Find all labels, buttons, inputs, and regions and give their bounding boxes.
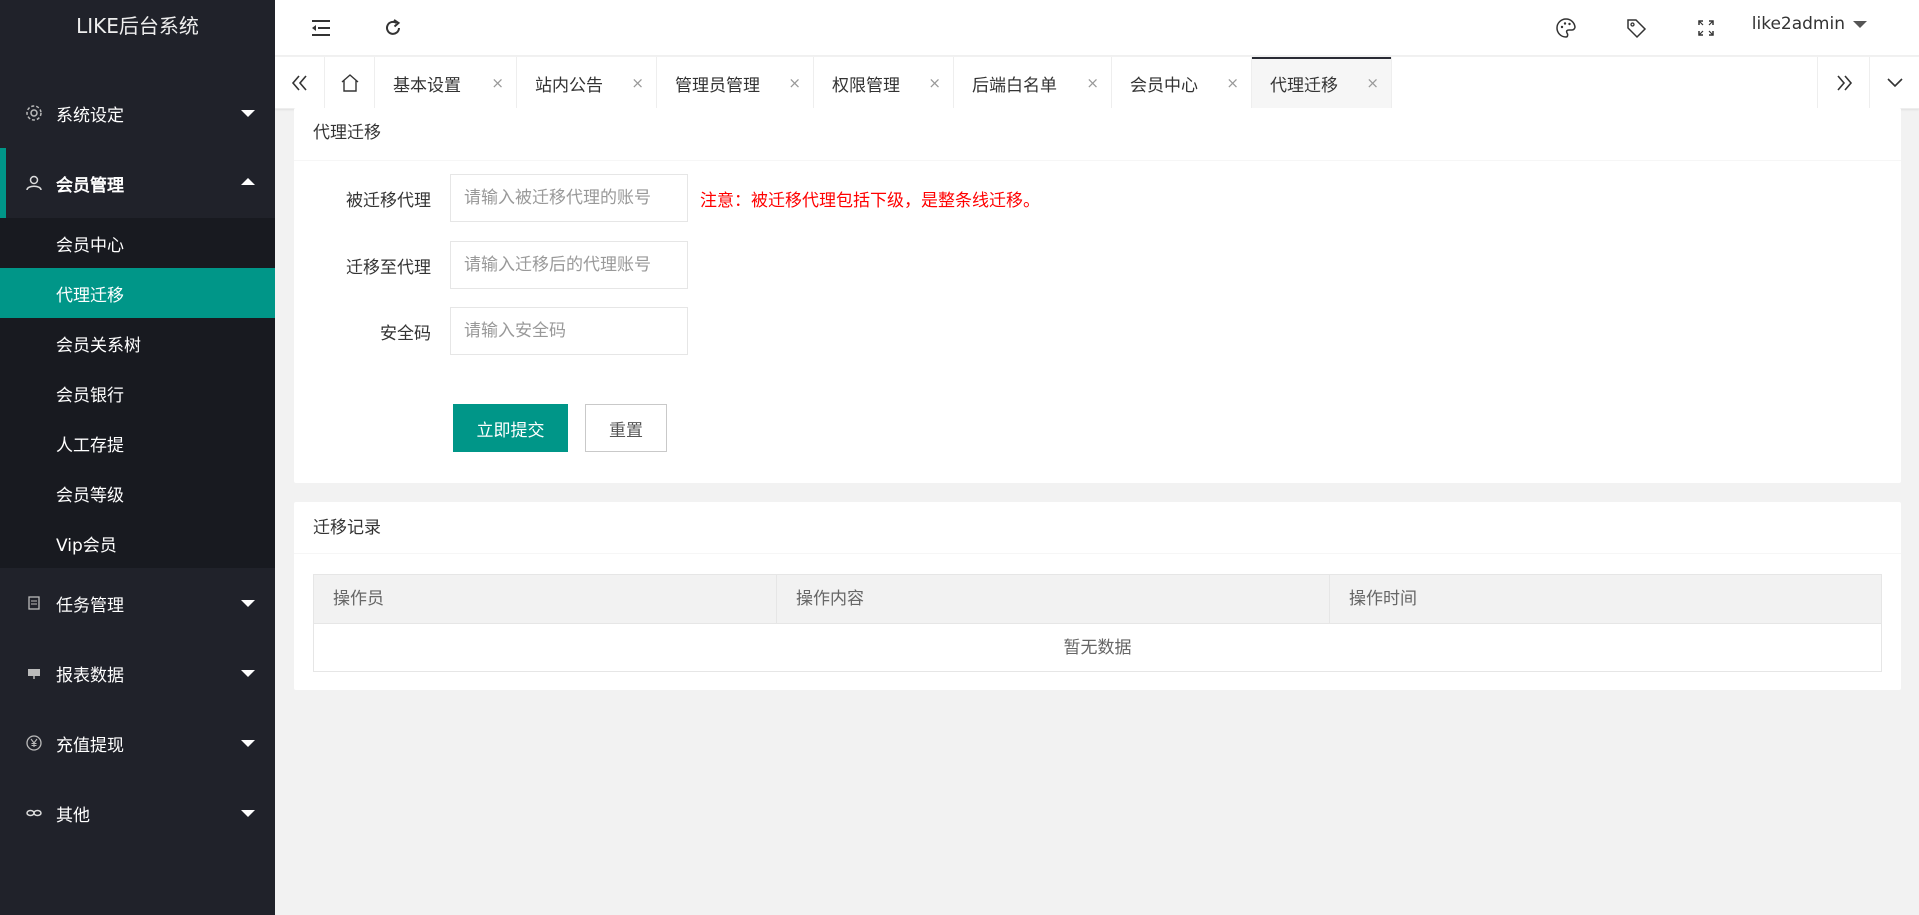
sidebar-item-agent-migration[interactable]: 代理迁移: [0, 268, 275, 318]
member-submenu: 会员中心 代理迁移 会员关系树 会员银行 人工存提 会员等级 Vip会员: [0, 218, 275, 568]
sidebar-group-label: 其他: [56, 805, 90, 826]
tab-backend-whitelist[interactable]: 后端白名单 ×: [954, 57, 1112, 109]
tab-label: 基本设置: [393, 75, 461, 96]
sidebar-group-label: 系统设定: [56, 105, 124, 126]
sidebar-item-manual-deposit[interactable]: 人工存提: [0, 418, 275, 468]
gear-icon: [24, 103, 44, 123]
close-icon[interactable]: ×: [928, 74, 941, 92]
tab-admin-management[interactable]: 管理员管理 ×: [657, 57, 814, 109]
target-agent-label: 迁移至代理: [346, 257, 431, 278]
security-code-input[interactable]: [450, 307, 688, 355]
tabs-scroll-right[interactable]: [1817, 57, 1869, 109]
chevron-down-icon: [241, 110, 255, 117]
tab-label: 站内公告: [535, 75, 603, 96]
sidebar-item-member-center[interactable]: 会员中心: [0, 218, 275, 268]
refresh-icon[interactable]: [377, 12, 409, 44]
records-table: 操作员 操作内容 操作时间 暂无数据: [313, 574, 1882, 672]
sidebar-item-vip-member[interactable]: Vip会员: [0, 518, 275, 568]
close-icon[interactable]: ×: [491, 74, 504, 92]
sidebar: LIKE后台系统 系统设定 会员管理 会员中心 代理迁移 会员关系树 会员银行 …: [0, 0, 275, 915]
close-icon[interactable]: ×: [1366, 74, 1379, 92]
tab-label: 代理迁移: [1270, 75, 1338, 96]
top-header: like2admin: [275, 0, 1919, 56]
chart-icon: [24, 663, 44, 683]
sidebar-group-task-management[interactable]: 任务管理: [0, 568, 275, 638]
agent-migration-card: 代理迁移 被迁移代理 注意：被迁移代理包括下级，是整条线迁移。 迁移至代理 安全…: [294, 108, 1901, 483]
sidebar-group-label: 会员管理: [56, 175, 124, 196]
table-header: 操作员 操作内容 操作时间: [314, 575, 1881, 623]
tabs-more-menu[interactable]: [1869, 57, 1919, 109]
chevron-down-icon: [241, 670, 255, 677]
user-menu[interactable]: like2admin: [1752, 14, 1867, 34]
sidebar-item-member-level[interactable]: 会员等级: [0, 468, 275, 518]
empty-state: 暂无数据: [314, 623, 1881, 671]
source-agent-row: 被迁移代理 注意：被迁移代理包括下级，是整条线迁移。: [294, 174, 1040, 222]
fullscreen-icon[interactable]: [1690, 12, 1722, 44]
chevron-down-icon: [241, 600, 255, 607]
menu-toggle-icon[interactable]: [305, 12, 337, 44]
tab-member-center[interactable]: 会员中心 ×: [1112, 57, 1252, 109]
chevron-down-icon: [241, 810, 255, 817]
sidebar-group-label: 充值提现: [56, 735, 124, 756]
tag-icon[interactable]: [1620, 12, 1652, 44]
close-icon[interactable]: ×: [1086, 74, 1099, 92]
close-icon[interactable]: ×: [631, 74, 644, 92]
home-icon: [341, 74, 358, 92]
user-icon: [24, 173, 44, 193]
sidebar-group-system-settings[interactable]: 系统设定: [0, 78, 275, 148]
tab-label: 会员中心: [1130, 75, 1198, 96]
close-icon[interactable]: ×: [788, 74, 801, 92]
submit-button[interactable]: 立即提交: [453, 404, 568, 452]
sidebar-group-label: 报表数据: [56, 665, 124, 686]
yen-icon: [24, 733, 44, 753]
chevron-down-icon: [1886, 78, 1903, 88]
username: like2admin: [1751, 14, 1845, 34]
column-content[interactable]: 操作内容: [777, 575, 1330, 623]
sidebar-item-member-bank[interactable]: 会员银行: [0, 368, 275, 418]
chevron-down-icon: [241, 740, 255, 747]
sidebar-group-report-data[interactable]: 报表数据: [0, 638, 275, 708]
tab-basic-settings[interactable]: 基本设置 ×: [375, 57, 517, 109]
link-icon: [24, 803, 44, 823]
sidebar-group-other[interactable]: 其他: [0, 778, 275, 848]
source-agent-input[interactable]: [450, 174, 688, 222]
migration-note: 注意：被迁移代理包括下级，是整条线迁移。: [700, 190, 1040, 211]
column-time[interactable]: 操作时间: [1330, 575, 1881, 623]
tab-home[interactable]: [325, 57, 375, 109]
source-agent-label: 被迁移代理: [346, 190, 431, 211]
sidebar-group-label: 任务管理: [56, 595, 124, 616]
double-chevron-right-icon: [1836, 75, 1852, 91]
close-icon[interactable]: ×: [1226, 74, 1239, 92]
tabs-scroll-left[interactable]: [275, 57, 325, 109]
sidebar-item-member-tree[interactable]: 会员关系树: [0, 318, 275, 368]
reset-button[interactable]: 重置: [585, 404, 667, 452]
document-icon: [24, 593, 44, 613]
card-title: 迁移记录: [294, 502, 1901, 554]
tab-permission-management[interactable]: 权限管理 ×: [814, 57, 954, 109]
tab-agent-migration[interactable]: 代理迁移 ×: [1252, 57, 1392, 109]
theme-palette-icon[interactable]: [1550, 12, 1582, 44]
security-code-label: 安全码: [380, 323, 431, 344]
sidebar-group-recharge-withdraw[interactable]: 充值提现: [0, 708, 275, 778]
double-chevron-left-icon: [291, 75, 307, 91]
migration-records-card: 迁移记录 操作员 操作内容 操作时间 暂无数据: [294, 502, 1901, 690]
card-title: 代理迁移: [294, 108, 1901, 161]
tab-label: 权限管理: [832, 75, 900, 96]
page-tabs: 基本设置 × 站内公告 × 管理员管理 × 权限管理 × 后端白名单 × 会员中…: [275, 57, 1919, 109]
chevron-up-icon: [241, 178, 255, 185]
tab-label: 后端白名单: [972, 75, 1057, 96]
tab-label: 管理员管理: [675, 75, 760, 96]
column-operator[interactable]: 操作员: [314, 575, 777, 623]
app-logo-title: LIKE后台系统: [0, 0, 275, 56]
security-code-row: 安全码: [294, 307, 688, 355]
target-agent-row: 迁移至代理: [294, 241, 688, 289]
caret-down-icon: [1853, 20, 1867, 28]
tab-site-notice[interactable]: 站内公告 ×: [517, 57, 657, 109]
target-agent-input[interactable]: [450, 241, 688, 289]
sidebar-group-member-management[interactable]: 会员管理: [0, 148, 275, 218]
